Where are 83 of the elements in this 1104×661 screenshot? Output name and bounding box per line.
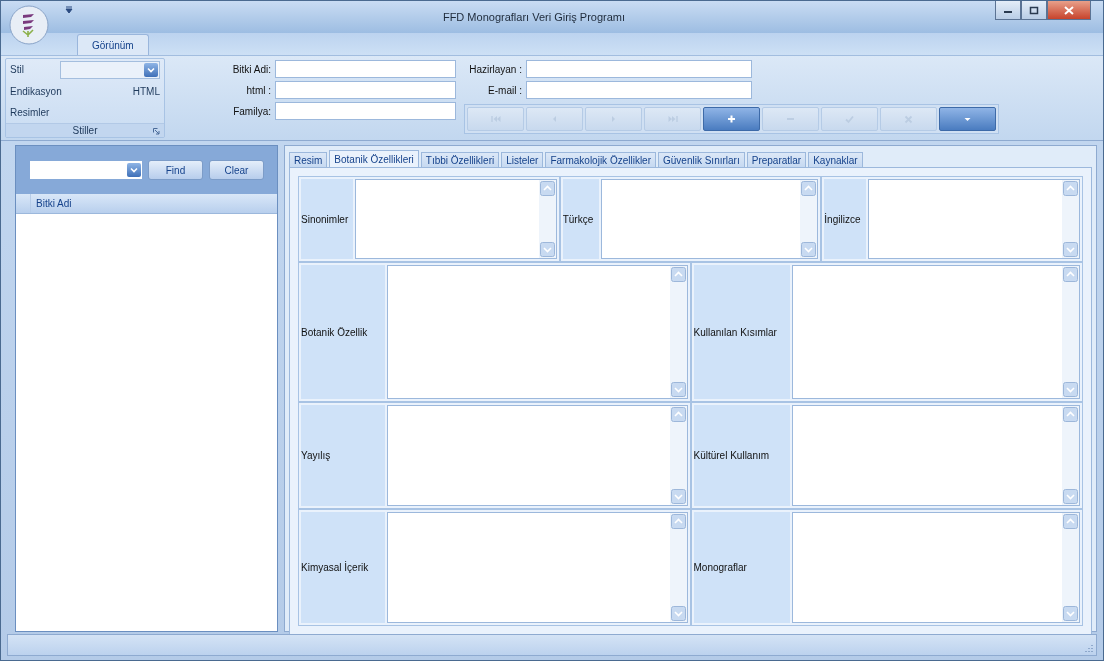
- chevron-down-icon: [129, 165, 139, 175]
- navigator-button[interactable]: [703, 107, 760, 131]
- memo-field[interactable]: [791, 405, 1080, 506]
- maximize-icon: [1029, 5, 1039, 15]
- resize-grip-icon[interactable]: [1085, 644, 1093, 652]
- scroll-up-button[interactable]: [670, 514, 686, 529]
- style-dropdown[interactable]: [60, 60, 160, 79]
- find-button[interactable]: Find: [148, 160, 203, 180]
- scroll-up-button[interactable]: [1063, 181, 1078, 196]
- scroll-up-button[interactable]: [1063, 267, 1078, 282]
- close-button[interactable]: [1047, 1, 1091, 20]
- scroll-down-button[interactable]: [1063, 489, 1078, 504]
- scroll-down-button[interactable]: [801, 242, 817, 257]
- scroll-up-button[interactable]: [1063, 514, 1078, 529]
- memo-field[interactable]: [791, 265, 1080, 399]
- scroll-up-button[interactable]: [1063, 407, 1078, 422]
- minimize-button[interactable]: [995, 1, 1021, 20]
- cross-icon: [902, 113, 915, 125]
- memo-field[interactable]: [791, 512, 1080, 623]
- scroll-down-button[interactable]: [670, 382, 686, 397]
- memo-field[interactable]: [868, 179, 1080, 259]
- scroll-down-button[interactable]: [1063, 606, 1078, 621]
- memo-label: Kimyasal İçerik: [301, 512, 385, 623]
- app-logo-icon[interactable]: [9, 5, 49, 45]
- tab[interactable]: Listeler: [501, 152, 544, 167]
- scroll-down-button[interactable]: [670, 606, 686, 621]
- quick-access-caret-icon[interactable]: [65, 6, 73, 14]
- scroll-up-button[interactable]: [801, 181, 817, 196]
- ribbon-tab[interactable]: Görünüm: [77, 34, 149, 55]
- memo-field[interactable]: [387, 265, 688, 399]
- tab[interactable]: Tıbbi Özellikleri: [420, 152, 500, 167]
- ribbon-item[interactable]: Resimler: [10, 107, 50, 119]
- memo-field[interactable]: [387, 512, 688, 623]
- last-arrow-icon: [666, 113, 679, 125]
- field-label: html :: [245, 84, 271, 96]
- check-icon: [843, 113, 856, 125]
- scroll-down-button[interactable]: [539, 242, 555, 257]
- memo-label: Kullanılan Kısımlar: [693, 265, 790, 399]
- tab[interactable]: Resim: [289, 152, 328, 167]
- plus-icon: [725, 113, 738, 125]
- text-field[interactable]: [526, 60, 752, 78]
- window-title: FFD Monografları Veri Giriş Programı: [441, 11, 627, 23]
- text-field[interactable]: [526, 81, 752, 99]
- column-header[interactable]: Bitki Adi: [31, 194, 72, 213]
- scroll-down-button[interactable]: [1063, 382, 1078, 397]
- field-label: Familya:: [232, 105, 271, 117]
- text-field[interactable]: [275, 60, 456, 78]
- memo-field[interactable]: [600, 179, 819, 259]
- field-label: E-mail :: [487, 84, 522, 96]
- memo-field[interactable]: [387, 405, 688, 506]
- memo-label: Monograflar: [693, 512, 790, 623]
- text-field[interactable]: [275, 81, 456, 99]
- style-label: Stil: [10, 64, 24, 76]
- memo-label: Sinonimler: [301, 179, 353, 259]
- group-caption-label: Stiller: [72, 125, 98, 137]
- ribbon-item[interactable]: HTML: [132, 85, 160, 97]
- tab[interactable]: Preparatlar: [746, 152, 807, 167]
- search-dropdown[interactable]: [30, 161, 142, 179]
- scroll-up-button[interactable]: [670, 407, 686, 422]
- close-icon: [1064, 5, 1074, 15]
- tab[interactable]: Güvenlik Sınırları: [658, 152, 745, 167]
- ribbon-item[interactable]: Endikasyon: [10, 85, 62, 97]
- dialog-launcher-icon[interactable]: [153, 128, 160, 136]
- scroll-down-button[interactable]: [1063, 242, 1078, 257]
- memo-label: Türkçe: [562, 179, 599, 259]
- field-label: Bitki Adi:: [231, 63, 271, 75]
- memo-label: Yayılış: [301, 405, 385, 506]
- first-arrow-icon: [489, 113, 502, 125]
- tab[interactable]: Botanik Özellikleri: [329, 150, 419, 167]
- tab[interactable]: Kaynaklar: [808, 152, 863, 167]
- scroll-up-button[interactable]: [539, 181, 555, 196]
- tab[interactable]: Farmakolojik Özellikler: [545, 152, 656, 167]
- maximize-button[interactable]: [1021, 1, 1047, 20]
- field-label: Hazirlayan :: [468, 63, 522, 75]
- text-field[interactable]: [275, 102, 456, 120]
- memo-label: Botanik Özellik: [301, 265, 385, 399]
- scroll-up-button[interactable]: [670, 267, 686, 282]
- memo-label: İngilizce: [824, 179, 867, 259]
- memo-field[interactable]: [355, 179, 557, 259]
- memo-label: Kültürel Kullanım: [693, 405, 790, 506]
- navigator-button[interactable]: [939, 107, 996, 131]
- clear-button[interactable]: Clear: [209, 160, 264, 180]
- scroll-down-button[interactable]: [670, 489, 686, 504]
